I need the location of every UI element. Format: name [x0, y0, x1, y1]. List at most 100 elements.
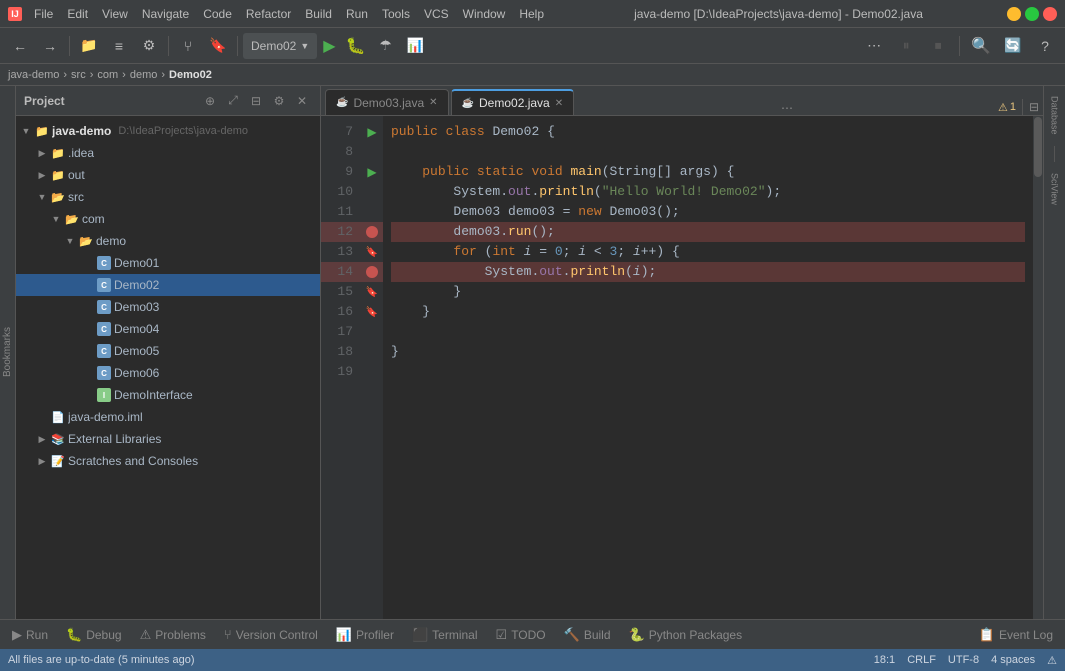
tabs-more-button[interactable]: ⋯ — [777, 101, 797, 115]
tree-item-com[interactable]: ▼ 📂 com — [16, 208, 320, 230]
tree-item-demo01[interactable]: ▶ C Demo01 — [16, 252, 320, 274]
toolbar-forward-button[interactable]: → — [36, 32, 64, 60]
menu-refactor[interactable]: Refactor — [240, 5, 297, 23]
menu-file[interactable]: File — [28, 5, 59, 23]
run-arrow-9[interactable]: ▶ — [367, 165, 376, 179]
toolbar-project-button[interactable]: 📁 — [75, 32, 103, 60]
toolbar-separator-4 — [959, 36, 960, 56]
bottom-tab-debug[interactable]: 🐛 Debug — [58, 622, 130, 648]
toolbar-settings-button[interactable]: ⚙ — [135, 32, 163, 60]
status-line-sep[interactable]: CRLF — [907, 654, 936, 666]
tree-item-out[interactable]: ▶ 📁 out — [16, 164, 320, 186]
update-button[interactable]: 🔄 — [999, 32, 1027, 60]
panel-settings-button[interactable]: ⚙ — [269, 91, 289, 111]
code-editor[interactable]: 7 8 9 10 11 12 13 14 15 16 17 18 19 ▶ — [321, 116, 1043, 619]
coverage-button[interactable]: ☂ — [372, 32, 400, 60]
bottom-tab-terminal[interactable]: ⬛ Terminal — [404, 622, 486, 648]
tree-item-idea[interactable]: ▶ 📁 .idea — [16, 142, 320, 164]
tree-item-extlibs[interactable]: ▶ 📚 External Libraries — [16, 428, 320, 450]
tree-item-demo04[interactable]: ▶ C Demo04 — [16, 318, 320, 340]
tree-item-demointerface[interactable]: ▶ I DemoInterface — [16, 384, 320, 406]
menu-navigate[interactable]: Navigate — [136, 5, 195, 23]
run-button[interactable]: ▶ — [319, 36, 339, 56]
tree-item-demo02[interactable]: ▶ C Demo02 — [16, 274, 320, 296]
search-everywhere-button[interactable]: 🔍 — [967, 36, 995, 56]
editor-scrollbar[interactable] — [1033, 116, 1043, 619]
gutter-10 — [361, 182, 383, 202]
run-arrow-7[interactable]: ▶ — [367, 125, 376, 139]
menu-code[interactable]: Code — [197, 5, 238, 23]
sidebar-tab-sciview[interactable]: SciView — [1045, 167, 1065, 211]
toolbar-structure-button[interactable]: ≡ — [105, 32, 133, 60]
bottom-tab-eventlog[interactable]: 📋 Event Log — [971, 622, 1061, 648]
maximize-button[interactable] — [1025, 7, 1039, 21]
panel-close-button[interactable]: ✕ — [292, 91, 312, 111]
tab-demo03[interactable]: ☕ Demo03.java ✕ — [325, 89, 449, 115]
toolbar-bookmark-button[interactable]: 🔖 — [204, 32, 232, 60]
scroll-thumb[interactable] — [1034, 117, 1042, 177]
bottom-tab-build[interactable]: 🔨 Build — [556, 622, 619, 648]
minimize-button[interactable] — [1007, 7, 1021, 21]
breadcrumb-item-5[interactable]: Demo02 — [169, 69, 212, 81]
tree-item-demo06[interactable]: ▶ C Demo06 — [16, 362, 320, 384]
menu-bar[interactable]: File Edit View Navigate Code Refactor Bu… — [28, 5, 550, 23]
collapse-all-button[interactable]: ⊟ — [1029, 100, 1039, 114]
breadcrumb-item-4[interactable]: demo — [130, 69, 158, 81]
menu-run[interactable]: Run — [340, 5, 374, 23]
tree-item-scratches[interactable]: ▶ 📝 Scratches and Consoles — [16, 450, 320, 472]
status-encoding[interactable]: UTF-8 — [948, 654, 979, 666]
breadcrumb-item-1[interactable]: java-demo — [8, 69, 59, 81]
menu-view[interactable]: View — [96, 5, 134, 23]
menu-tools[interactable]: Tools — [376, 5, 416, 23]
breadcrumb-item-3[interactable]: com — [97, 69, 118, 81]
panel-add-button[interactable]: ⊕ — [200, 91, 220, 111]
bottom-tab-python[interactable]: 🐍 Python Packages — [621, 622, 751, 648]
tab-close-demo02[interactable]: ✕ — [555, 98, 563, 109]
bottom-tab-todo[interactable]: ☑ TODO — [488, 622, 554, 648]
tree-item-iml[interactable]: ▶ 📄 java-demo.iml — [16, 406, 320, 428]
bottom-tab-vcs[interactable]: ⑂ Version Control — [216, 622, 326, 648]
status-warning[interactable]: ⚠ — [1047, 654, 1057, 667]
bookmarks-tab[interactable]: Bookmarks — [2, 327, 13, 377]
help-button[interactable]: ? — [1031, 32, 1059, 60]
status-position[interactable]: 18:1 — [874, 654, 895, 666]
gutter-14 — [361, 262, 383, 282]
toolbar-vcs-button[interactable]: ⑂ — [174, 32, 202, 60]
breakpoint-12[interactable] — [366, 226, 378, 238]
bottom-tab-problems[interactable]: ⚠ Problems — [132, 622, 214, 648]
breakpoint-14[interactable] — [366, 266, 378, 278]
tree-item-demo03[interactable]: ▶ C Demo03 — [16, 296, 320, 318]
file-tree: ▼ 📁 java-demo D:\IdeaProjects\java-demo … — [16, 116, 320, 619]
menu-edit[interactable]: Edit — [61, 5, 94, 23]
panel-collapse-button[interactable]: ⊟ — [246, 91, 266, 111]
toolbar-back-button[interactable]: ← — [6, 32, 34, 60]
panel-scroll-button[interactable]: ⤢ — [223, 91, 243, 111]
tree-item-src[interactable]: ▼ 📂 src — [16, 186, 320, 208]
bottom-tab-profiler[interactable]: 📊 Profiler — [328, 622, 402, 648]
close-button[interactable] — [1043, 7, 1057, 21]
run-config-selector[interactable]: Demo02 ▼ — [243, 33, 317, 59]
menu-window[interactable]: Window — [457, 5, 512, 23]
tree-item-demo[interactable]: ▼ 📂 demo — [16, 230, 320, 252]
editor-area: ☕ Demo03.java ✕ ☕ Demo02.java ✕ ⋯ ⚠ 1 ⊟ — [321, 86, 1043, 619]
status-right: 18:1 CRLF UTF-8 4 spaces ⚠ — [874, 654, 1057, 667]
bottom-tab-run[interactable]: ▶ Run — [4, 622, 56, 648]
tree-item-demo05[interactable]: ▶ C Demo05 — [16, 340, 320, 362]
tab-close-demo03[interactable]: ✕ — [429, 97, 437, 108]
run-config-label: Demo02 — [251, 39, 296, 53]
profiler-button[interactable]: 📊 — [402, 32, 430, 60]
left-gutter: Bookmarks — [0, 86, 16, 619]
warning-indicator[interactable]: ⚠ 1 — [998, 101, 1016, 114]
menu-help[interactable]: Help — [513, 5, 550, 23]
tree-item-root[interactable]: ▼ 📁 java-demo D:\IdeaProjects\java-demo — [16, 120, 320, 142]
menu-build[interactable]: Build — [299, 5, 338, 23]
code-line-17 — [391, 322, 1025, 342]
status-indent[interactable]: 4 spaces — [991, 654, 1035, 666]
menu-vcs[interactable]: VCS — [418, 5, 455, 23]
code-content[interactable]: public class Demo02 { public static void… — [383, 116, 1033, 619]
toolbar-more-button[interactable]: ⋯ — [860, 32, 888, 60]
tab-demo02[interactable]: ☕ Demo02.java ✕ — [451, 89, 575, 115]
debug-button[interactable]: 🐛 — [342, 36, 370, 56]
sidebar-tab-database[interactable]: Database — [1045, 90, 1065, 141]
breadcrumb-item-2[interactable]: src — [71, 69, 86, 81]
